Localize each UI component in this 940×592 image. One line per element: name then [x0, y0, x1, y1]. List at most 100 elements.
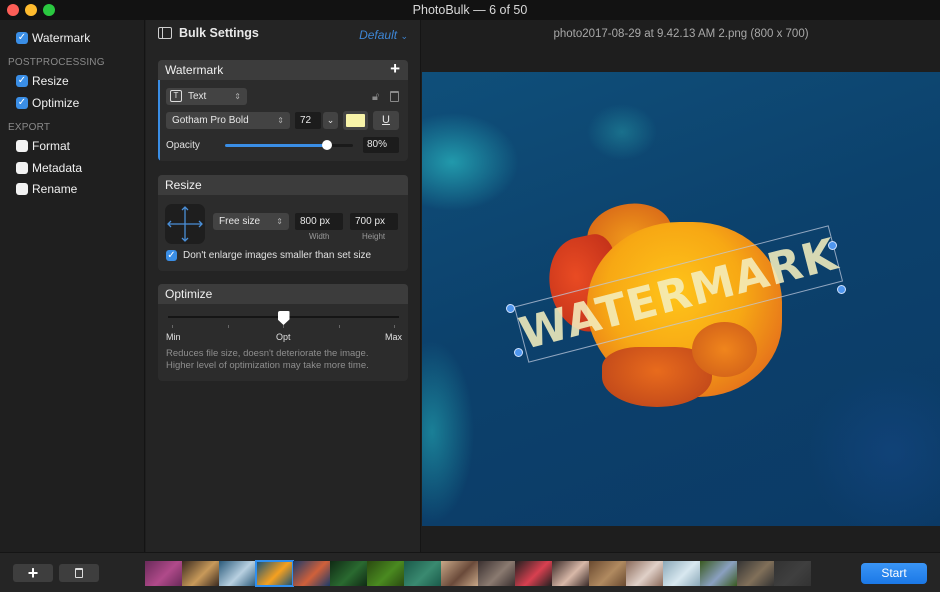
opacity-slider-knob[interactable] [322, 140, 333, 150]
optimize-description-line: Higher level of optimization may take mo… [166, 360, 369, 371]
font-size-dropdown[interactable]: ⌄ [323, 112, 338, 129]
settings-panel: Bulk Settings Default ⌄ Watermark + T Te… [146, 20, 421, 552]
optimize-slider[interactable] [168, 311, 399, 325]
resize-checkbox[interactable]: ✓ [16, 75, 28, 87]
preset-label: Default [359, 28, 398, 42]
image-filmstrip[interactable] [145, 560, 811, 587]
font-value: Gotham Pro Bold [172, 115, 249, 126]
optimize-description: Reduces file size, doesn't deteriorate t… [166, 348, 369, 372]
underline-button[interactable]: U [373, 111, 399, 130]
resize-handle-bottom-right[interactable] [837, 285, 846, 294]
filmstrip-thumbnail[interactable] [441, 561, 478, 586]
watermark-card-header: Watermark + [158, 60, 408, 80]
filmstrip-thumbnail[interactable] [182, 561, 219, 586]
opacity-value[interactable]: 80% [363, 137, 399, 153]
color-well[interactable] [343, 111, 368, 130]
filmstrip-thumbnail[interactable] [515, 561, 552, 586]
sidebar-item-label: Optimize [32, 96, 80, 110]
optimize-slider-knob[interactable] [277, 311, 290, 325]
width-input[interactable]: 800 px [295, 213, 343, 230]
resize-handle-top-right[interactable] [828, 241, 837, 250]
watermark-type-select[interactable]: T Text ⇕ [166, 88, 247, 105]
filmstrip-thumbnail[interactable] [663, 561, 700, 586]
optimize-opt-label: Opt [276, 332, 291, 342]
start-button[interactable]: Start [861, 563, 927, 584]
stepper-icon: ⇕ [276, 217, 283, 226]
add-images-button[interactable]: + [13, 564, 53, 582]
sidebar-item-label: Rename [32, 182, 78, 196]
metadata-checkbox[interactable] [16, 162, 28, 174]
height-input[interactable]: 700 px [350, 213, 398, 230]
filmstrip-thumbnail[interactable] [478, 561, 515, 586]
filmstrip-thumbnail[interactable] [774, 561, 811, 586]
move-arrows-icon [167, 206, 203, 242]
preview-image: WATERMARK [422, 72, 940, 526]
color-swatch [346, 114, 365, 127]
filmstrip-thumbnail[interactable] [255, 560, 294, 587]
section-postprocessing: POSTPROCESSING [8, 57, 105, 68]
settings-header: Bulk Settings [158, 26, 259, 40]
dont-enlarge-label: Don't enlarge images smaller than set si… [183, 250, 372, 261]
filmstrip-thumbnail[interactable] [737, 561, 774, 586]
optimize-description-line: Reduces file size, doesn't deteriorate t… [166, 348, 369, 359]
watermark-card: Watermark + T Text ⇕ 🔓︎ Gotham Pro Bold … [158, 60, 408, 161]
lock-icon[interactable]: 🔓︎ [372, 91, 379, 104]
font-select[interactable]: Gotham Pro Bold ⇕ [166, 112, 290, 129]
sidebar-item-resize[interactable]: ✓ Resize [16, 74, 69, 88]
preset-dropdown[interactable]: Default ⌄ [359, 28, 408, 42]
filmstrip-thumbnail[interactable] [589, 561, 626, 586]
preview-area: photo2017-08-29 at 9.42.13 AM 2.png (800… [422, 20, 940, 552]
dont-enlarge-checkbox[interactable]: ✓ [166, 250, 177, 261]
sidebar-item-metadata[interactable]: Metadata [16, 161, 82, 175]
filmstrip-thumbnail[interactable] [700, 561, 737, 586]
rename-checkbox[interactable] [16, 183, 28, 195]
remove-images-button[interactable] [59, 564, 99, 582]
resize-mode-select[interactable]: Free size ⇕ [213, 213, 289, 230]
watermark-checkbox[interactable]: ✓ [16, 32, 28, 44]
stepper-icon: ⇕ [277, 116, 284, 125]
active-layer-indicator [158, 80, 160, 161]
sidebar-toggle-icon[interactable] [158, 27, 172, 39]
resize-card-header: Resize [158, 175, 408, 195]
sidebar-item-optimize[interactable]: ✓ Optimize [16, 96, 79, 110]
add-watermark-button[interactable]: + [390, 60, 400, 79]
settings-title: Bulk Settings [179, 26, 259, 40]
optimize-checkbox[interactable]: ✓ [16, 97, 28, 109]
trash-icon[interactable] [390, 91, 399, 102]
filmstrip-thumbnail[interactable] [552, 561, 589, 586]
window-title: PhotoBulk — 6 of 50 [412, 3, 528, 17]
watermark-card-title: Watermark [165, 63, 224, 77]
opacity-slider-fill [225, 144, 328, 147]
filmstrip-thumbnail[interactable] [293, 561, 330, 586]
filmstrip-thumbnail[interactable] [330, 561, 367, 586]
optimize-tick [338, 325, 340, 328]
opacity-label: Opacity [166, 140, 200, 151]
watermark-type-value: Text [188, 91, 207, 102]
sidebar-item-format[interactable]: Format [16, 139, 70, 153]
section-export: EXPORT [8, 122, 51, 133]
width-label: Width [309, 232, 330, 241]
optimize-card-header: Optimize [158, 284, 408, 304]
resize-mode-value: Free size [219, 216, 261, 227]
opacity-slider[interactable] [225, 140, 353, 150]
dont-enlarge-option[interactable]: ✓ Don't enlarge images smaller than set … [166, 250, 371, 261]
resize-handle-top-left[interactable] [506, 304, 515, 313]
sidebar-item-label: Format [32, 139, 71, 153]
sidebar-item-rename[interactable]: Rename [16, 182, 77, 196]
filmstrip-thumbnail[interactable] [219, 561, 256, 586]
filmstrip-thumbnail[interactable] [626, 561, 663, 586]
filmstrip-thumbnail[interactable] [404, 561, 441, 586]
font-size-input[interactable]: 72 [295, 112, 321, 129]
optimize-card: Optimize Min Opt Max Reduces file size, … [158, 284, 408, 381]
format-checkbox[interactable] [16, 140, 28, 152]
filmstrip-thumbnail[interactable] [145, 561, 182, 586]
filmstrip-thumbnail[interactable] [367, 561, 404, 586]
title-bar: PhotoBulk — 6 of 50 [0, 0, 940, 20]
resize-mode-icon [165, 204, 205, 244]
sidebar-item-watermark[interactable]: ✓ Watermark [16, 31, 90, 45]
fish-fin [692, 322, 757, 377]
height-label: Height [362, 232, 386, 241]
resize-handle-bottom-left[interactable] [514, 348, 523, 357]
resize-card-title: Resize [165, 178, 202, 192]
optimize-tick [172, 325, 173, 328]
